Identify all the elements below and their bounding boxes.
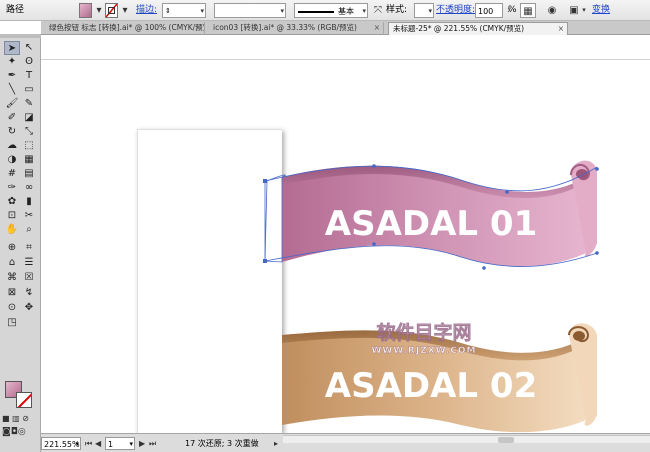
chevron-down-icon[interactable]: ▾ — [118, 3, 132, 18]
draw-mode-buttons[interactable]: ◙◘◎ — [2, 427, 38, 437]
status-bar: 221.55% ▾ ⏮ ◀ 1 ▾ ▶ ⏭ 17 次还原; 3 次重做 ▸ — [41, 433, 650, 452]
close-icon[interactable]: × — [374, 22, 380, 34]
mesh-tool-icon[interactable]: # — [4, 167, 20, 181]
extra-tool-icon[interactable]: ⌗ — [21, 241, 37, 255]
style-select[interactable]: ▾ — [414, 3, 434, 18]
extra-tool-icon[interactable]: ☰ — [21, 256, 37, 270]
expand-icon[interactable]: ⤧ — [371, 3, 385, 18]
stroke-line-preview — [298, 11, 334, 13]
recolor-artwork-icon[interactable]: ▦ — [520, 3, 536, 18]
stroke-swatch[interactable] — [105, 3, 118, 18]
artboard-tool-icon[interactable]: ⊡ — [4, 209, 20, 223]
chevron-down-icon[interactable]: ▾ — [580, 3, 588, 18]
brush-profile-select[interactable]: 基本 ▾ — [294, 3, 368, 18]
extra-tool-icon[interactable]: ⊠ — [4, 286, 20, 300]
tab-document-2[interactable]: icon03 [转换].ai* @ 33.33% (RGB/预览) × — [209, 22, 384, 35]
extra-tool-icon[interactable]: ✥ — [21, 301, 37, 315]
slice-tool-icon[interactable]: ✂ — [21, 209, 37, 223]
extra-tool-icon[interactable]: ◳ — [4, 316, 20, 330]
line-tool-icon[interactable]: ╲ — [4, 83, 20, 97]
extra-tool-icon[interactable]: ⊕ — [4, 241, 20, 255]
opacity-link[interactable]: 不透明度: — [436, 3, 475, 18]
control-bar: 路径 ▾ ▾ 描边: ⇕ ▾ ▾ 基本 ▾ ⤧ 样式: ▾ 不透明度: 100 › … — [0, 0, 650, 21]
pencil-tool-icon[interactable]: ✎ — [21, 97, 37, 111]
zoom-select[interactable]: 221.55% ▾ — [41, 437, 81, 450]
paintbrush-tool-icon[interactable]: 🖌 — [4, 97, 20, 111]
horizontal-scrollbar[interactable] — [283, 435, 650, 443]
magic-wand-tool-icon[interactable]: ✦ — [4, 55, 20, 69]
banner-2-text: ASADAL 02 — [325, 366, 537, 406]
opacity-unit: % — [508, 5, 517, 15]
blob-brush-tool-icon[interactable]: ✐ — [4, 111, 20, 125]
shape-builder-tool-icon[interactable]: ◑ — [4, 153, 20, 167]
lasso-tool-icon[interactable]: ʘ — [21, 55, 37, 69]
panel-grip[interactable] — [0, 34, 41, 38]
hand-tool-icon[interactable]: ✋ — [4, 223, 20, 237]
scrollbar-thumb[interactable] — [498, 437, 514, 443]
gradient-tool-icon[interactable]: ▤ — [21, 167, 37, 181]
variable-width-select[interactable]: ▾ — [214, 3, 286, 18]
rotate-tool-icon[interactable]: ↻ — [4, 125, 20, 139]
stepper-icon[interactable]: ⇕ — [165, 4, 171, 19]
eyedropper-tool-icon[interactable]: ✑ — [4, 181, 20, 195]
artwork-layer: ASADAL 01 ASADAL 02 软件目字网 WWW.RJZXW.COM — [263, 160, 599, 433]
stroke-color-box[interactable] — [16, 392, 32, 408]
warp-tool-icon[interactable]: ☁ — [4, 139, 20, 153]
document-tab-bar: 绿色按钮 标志 [转换].ai* @ 100% (CMYK/预览) × icon0… — [41, 21, 650, 35]
next-artboard-icon[interactable]: ▶ — [139, 437, 145, 450]
color-mode-buttons[interactable]: ■ ▥ ⊘ — [2, 414, 38, 423]
symbol-sprayer-tool-icon[interactable]: ✿ — [4, 195, 20, 209]
extra-tool-icon[interactable]: ⌂ — [4, 256, 20, 270]
pen-tool-icon[interactable]: ✒ — [4, 69, 20, 83]
rectangle-tool-icon[interactable]: ▭ — [21, 83, 37, 97]
prev-artboard-icon[interactable]: ◀ — [95, 437, 101, 450]
close-icon[interactable]: × — [558, 23, 564, 35]
transform-link[interactable]: 变换 — [592, 3, 610, 18]
free-transform-tool-icon[interactable]: ⬚ — [21, 139, 37, 153]
none-stroke-icon — [105, 3, 118, 18]
scale-tool-icon[interactable]: ⤡ — [21, 125, 37, 139]
eraser-tool-icon[interactable]: ◪ — [21, 111, 37, 125]
artboard-number-select[interactable]: 1 ▾ — [105, 437, 135, 450]
last-artboard-icon[interactable]: ⏭ — [149, 437, 156, 450]
stroke-weight-select[interactable]: ⇕ ▾ — [162, 3, 206, 18]
zoom-tool-icon[interactable]: ⌕ — [21, 223, 37, 237]
chevron-down-icon[interactable]: ▾ — [92, 3, 106, 18]
history-status: 17 次还原; 3 次重做 — [185, 439, 259, 448]
selection-tool-icon[interactable]: ➤ — [4, 41, 20, 55]
extra-tool-icon[interactable]: ⊙ — [4, 301, 20, 315]
watermark-url: WWW.RJZXW.COM — [371, 346, 476, 356]
none-stroke-icon — [17, 393, 31, 407]
watermark-title: 软件目字网 — [376, 321, 471, 344]
perspective-grid-tool-icon[interactable]: ▦ — [21, 153, 37, 167]
first-artboard-icon[interactable]: ⏮ — [85, 437, 92, 450]
opacity-input[interactable]: 100 — [475, 3, 503, 18]
blend-tool-icon[interactable]: ∞ — [21, 181, 37, 195]
direct-selection-tool-icon[interactable]: ↖ — [21, 41, 37, 55]
banner-1-text: ASADAL 01 — [325, 204, 537, 244]
watermark: 软件目字网 WWW.RJZXW.COM — [371, 321, 476, 357]
extra-tool-icon[interactable]: ⌘ — [4, 271, 20, 285]
extra-tool-icon[interactable]: ↯ — [21, 286, 37, 300]
status-menu-icon[interactable]: ▸ — [274, 437, 278, 450]
extra-tool-icon[interactable]: ☒ — [21, 271, 37, 285]
stroke-panel-link[interactable]: 描边: — [136, 3, 157, 18]
close-icon[interactable]: × — [195, 22, 201, 34]
column-graph-tool-icon[interactable]: ▮ — [21, 195, 37, 209]
type-tool-icon[interactable]: T — [21, 69, 37, 83]
style-label: 样式: — [386, 5, 408, 15]
canvas-area[interactable]: ASADAL 01 ASADAL 02 软件目字网 WWW.RJZXW.COM — [41, 35, 650, 433]
object-type-label: 路径 — [6, 5, 25, 15]
banner-1[interactable]: ASADAL 01 — [263, 160, 599, 270]
tools-panel: ➤ ↖ ✦ ʘ ✒ T ╲ ▭ 🖌 ✎ ✐ ◪ ↻ ⤡ ☁ ⬚ ◑ ▦ # ▤ ✑ ∞ ✿ ▮ ⊡ ✂ ✋ ⌕ ⊕ ⌗ ⌂ ☰ ⌘ ☒ ⊠ ↯ ⊙ ✥ ◳ … — [0, 34, 41, 452]
fill-swatch[interactable] — [79, 3, 92, 18]
tab-document-1[interactable]: 绿色按钮 标志 [转换].ai* @ 100% (CMYK/预览) × — [45, 22, 205, 35]
tab-document-3[interactable]: 未标题-25* @ 221.55% (CMYK/预览) × — [388, 22, 568, 35]
align-icon[interactable]: ◉ — [545, 3, 559, 18]
